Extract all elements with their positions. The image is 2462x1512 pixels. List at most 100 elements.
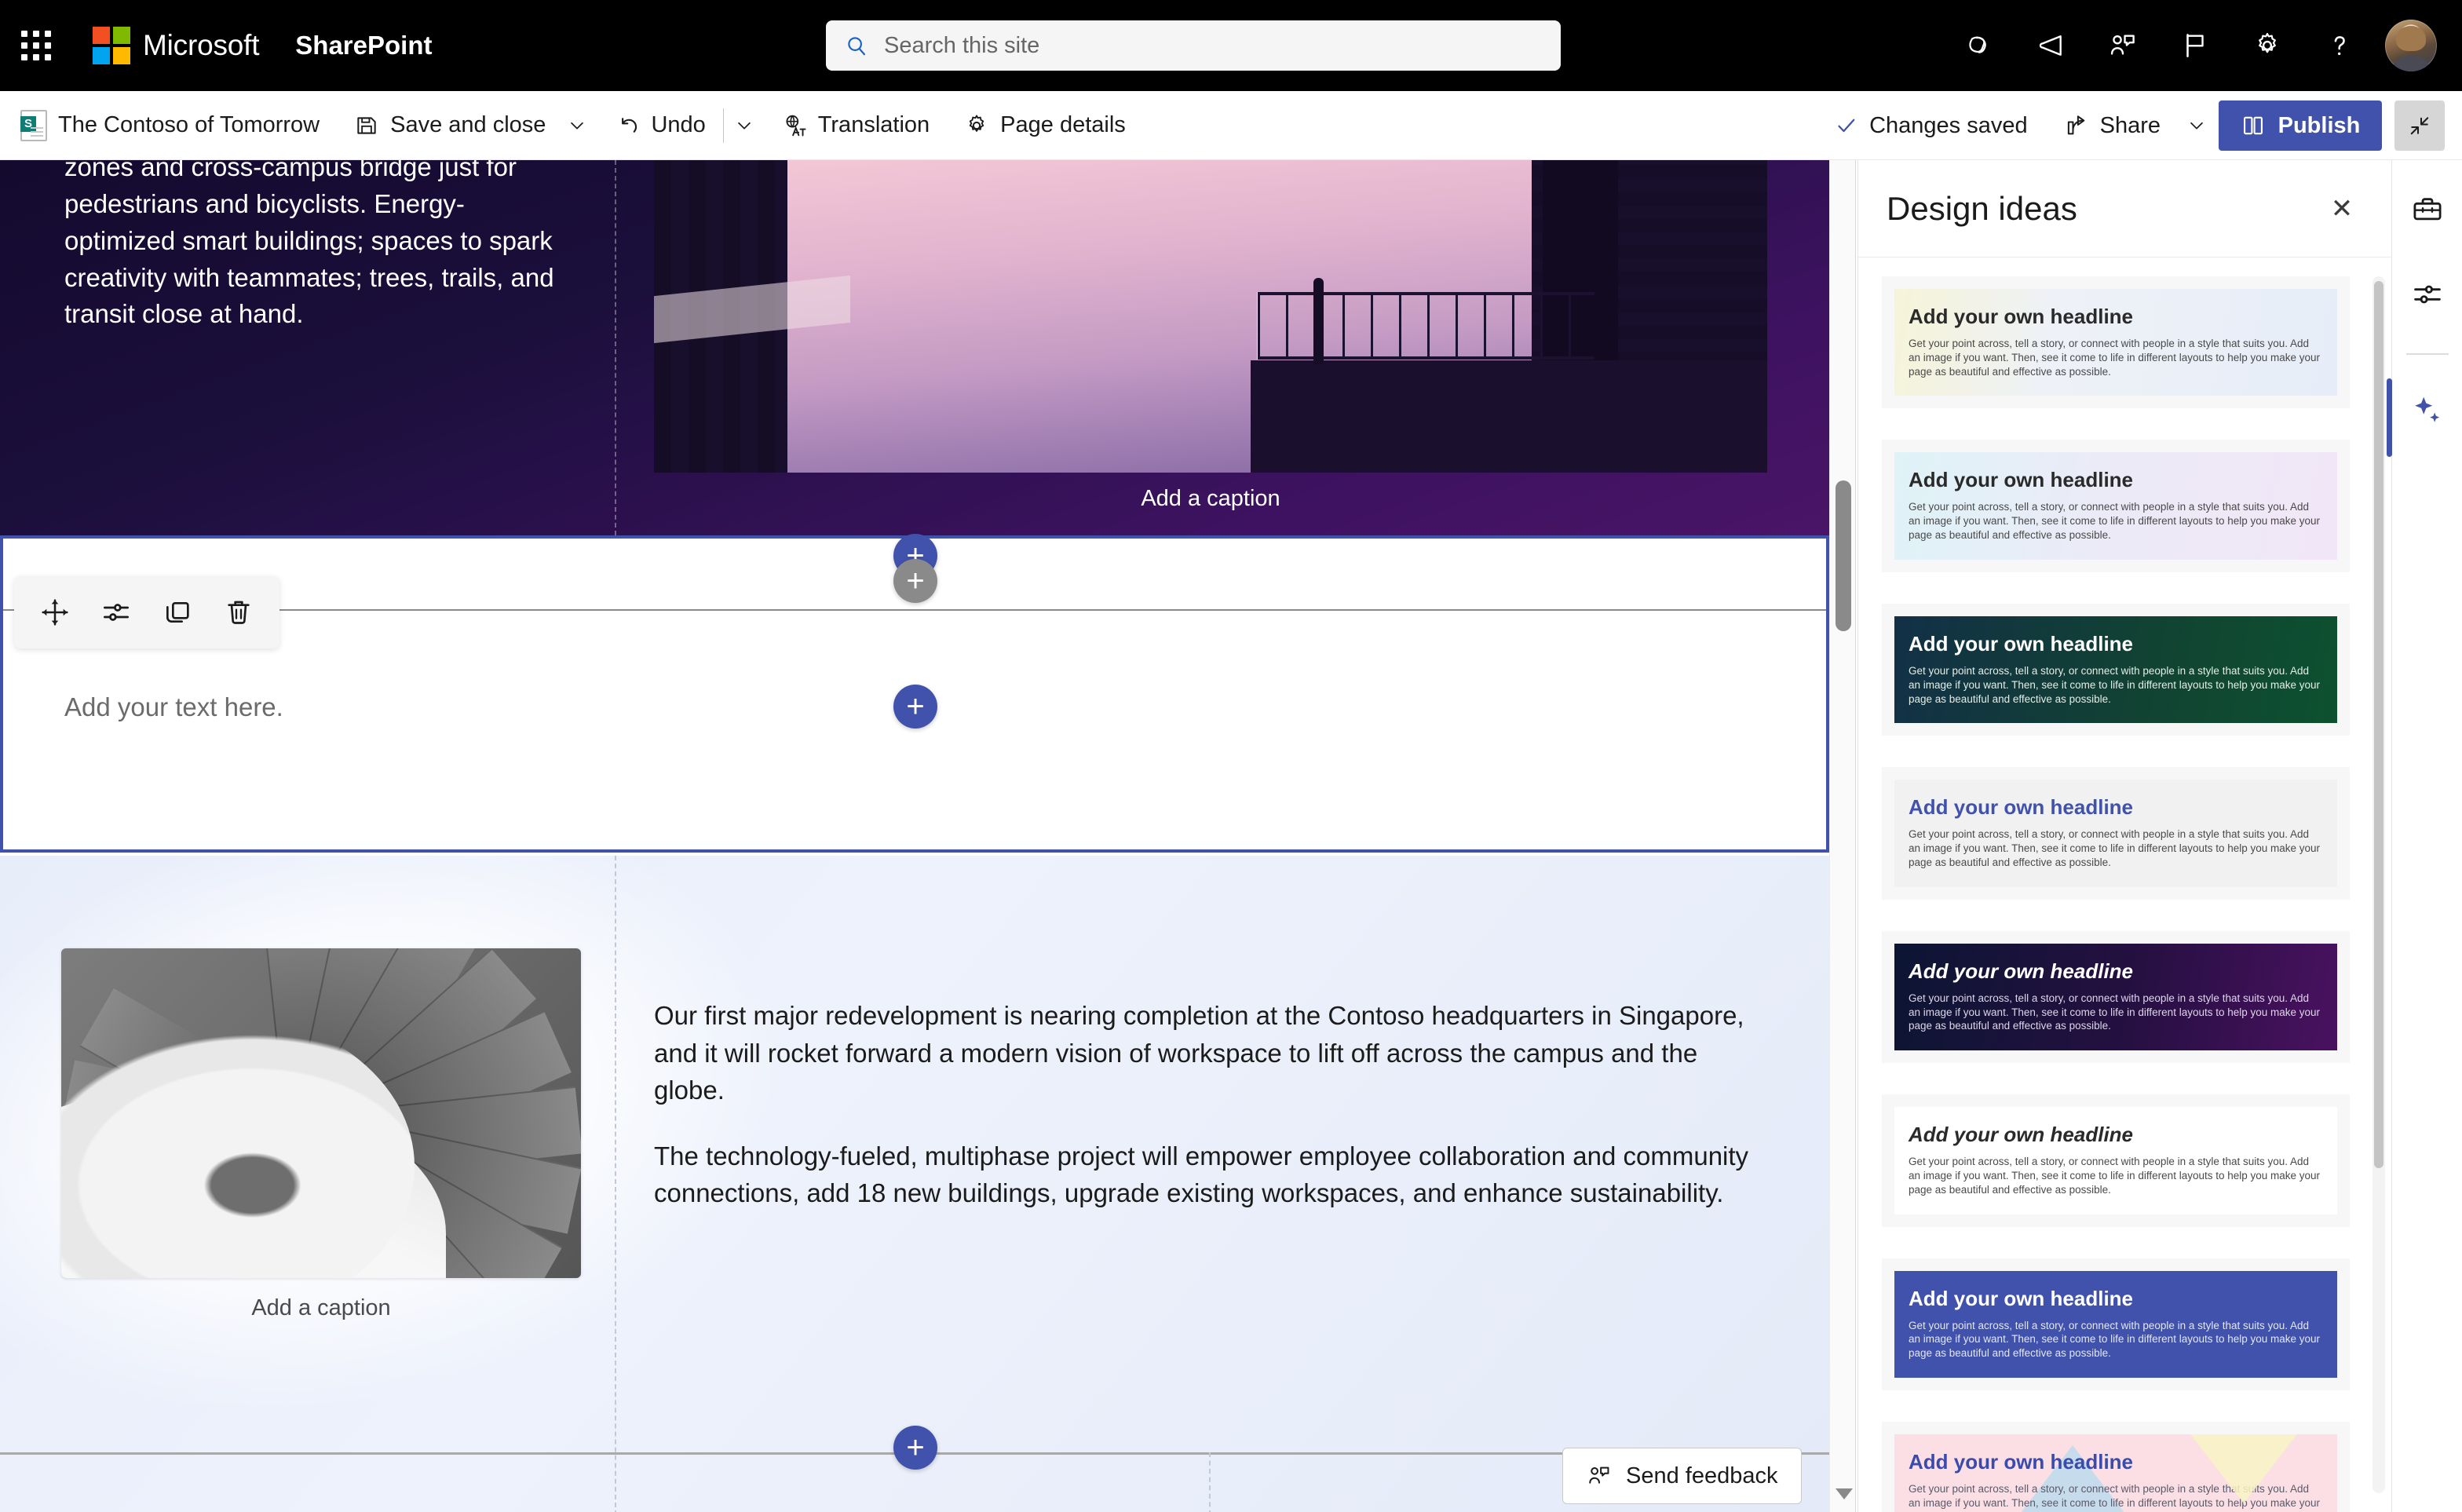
building-platform [1251, 360, 1767, 473]
publish-label: Publish [2278, 112, 2361, 138]
design-idea-preview: Add your own headline Get your point acro… [1894, 780, 2337, 887]
design-idea-card[interactable]: Add your own headline Get your point acro… [1882, 930, 2350, 1064]
collapse-diagonal-icon [2410, 117, 2429, 135]
move-handle-icon[interactable] [27, 584, 83, 641]
section-hero[interactable]: zones and cross-campus bridge just for p… [0, 160, 1829, 535]
copilot-button[interactable] [1942, 9, 2015, 82]
chevron-down-icon [737, 122, 751, 130]
hero-text[interactable]: zones and cross-campus bridge just for p… [64, 160, 559, 333]
page-properties-icon [2413, 285, 2441, 304]
design-ideas-button[interactable] [2386, 378, 2457, 457]
checkmark-icon [1838, 119, 1855, 133]
toolbox-icon [2413, 198, 2441, 221]
toolbox-button[interactable] [2398, 181, 2457, 239]
content-paragraph-1: Our first major redevelopment is nearing… [654, 1001, 1744, 1105]
design-idea-preview: Add your own headline Get your point acro… [1894, 1434, 2337, 1512]
design-idea-card[interactable]: Add your own headline Get your point acro… [1882, 440, 2350, 572]
microsoft-logo[interactable]: Microsoft [93, 27, 259, 64]
duplicate-icon[interactable] [149, 584, 206, 641]
save-and-close-label: Save and close [390, 112, 546, 137]
help-icon [2334, 36, 2345, 56]
design-idea-card[interactable]: Add your own headline Get your point acro… [1882, 603, 2350, 736]
design-ideas-title: Design ideas [1887, 189, 2077, 227]
section-column-divider [615, 856, 616, 1512]
hero-image-content [654, 160, 1767, 473]
design-idea-preview: Add your own headline Get your point acro… [1894, 943, 2337, 1051]
edit-properties-icon[interactable] [88, 584, 144, 641]
design-idea-headline: Add your own headline [1909, 1450, 2134, 1474]
design-ideas-list: Add your own headline Get your point acro… [1882, 276, 2350, 1512]
page-canvas[interactable]: zones and cross-campus bridge just for p… [0, 160, 1829, 1512]
design-idea-card[interactable]: Add your own headline Get your point acro… [1882, 1422, 2350, 1512]
changes-saved-label: Changes saved [1869, 112, 2028, 138]
brand-label: Microsoft [143, 29, 260, 61]
design-idea-card[interactable]: Add your own headline Get your point acro… [1882, 1258, 2350, 1391]
content-paragraph-2: The technology-fueled, multiphase projec… [654, 1141, 1749, 1208]
design-idea-card[interactable]: Add your own headline Get your point acro… [1882, 1094, 2350, 1227]
share-label: Share [2099, 112, 2161, 138]
translation-icon [786, 115, 806, 136]
translation-button[interactable]: Translation [768, 100, 944, 151]
scroll-down-arrow-icon[interactable] [1836, 1488, 1853, 1499]
publish-button[interactable]: Publish [2219, 100, 2382, 151]
share-options-caret[interactable] [2179, 100, 2214, 151]
design-ideas-scrollbar[interactable] [2373, 276, 2385, 1493]
canvas-scrollbar-thumb[interactable] [1836, 480, 1851, 631]
hero-image-caption[interactable]: Add a caption [654, 473, 1767, 524]
undo-button[interactable]: Undo [601, 100, 719, 151]
undo-options-caret[interactable] [727, 100, 762, 151]
close-icon[interactable]: ✕ [2319, 186, 2365, 232]
command-bar: The Contoso of Tomorrow Save and close U… [0, 91, 2462, 160]
spiral-staircase-image[interactable] [61, 948, 581, 1278]
search-input[interactable] [884, 32, 1542, 59]
design-idea-preview: Add your own headline Get your point acro… [1894, 452, 2337, 560]
add-section-button-middle[interactable]: + [893, 685, 937, 729]
chevron-down-icon [2190, 122, 2203, 130]
flagged-button[interactable] [2159, 9, 2231, 82]
page-title-button[interactable]: The Contoso of Tomorrow [6, 100, 334, 151]
help-button[interactable] [2303, 9, 2376, 82]
design-idea-body: Get your point across, tell a story, or … [1909, 828, 2321, 868]
canvas-scrollbar[interactable] [1829, 160, 1856, 1512]
whats-new-button[interactable] [2015, 9, 2087, 82]
design-idea-body: Get your point across, tell a story, or … [1909, 1319, 2321, 1360]
design-ideas-body[interactable]: Add your own headline Get your point acro… [1858, 257, 2391, 1512]
add-webpart-button[interactable]: + [893, 559, 937, 603]
add-section-button-bottom[interactable]: + [893, 1426, 937, 1470]
search-box[interactable] [826, 20, 1561, 71]
flag-icon [2186, 34, 2204, 57]
app-name-link[interactable]: SharePoint [295, 31, 432, 60]
save-and-close-button[interactable]: Save and close [340, 100, 560, 151]
worker-silhouette [1313, 278, 1324, 364]
design-idea-headline: Add your own headline [1909, 1123, 2134, 1147]
search-container [826, 20, 1561, 71]
sharepoint-page-icon [20, 109, 47, 141]
save-options-caret[interactable] [560, 100, 594, 151]
share-button[interactable]: Share [2050, 100, 2175, 151]
content-image-card[interactable]: Add a caption [61, 948, 581, 1321]
design-idea-body: Get your point across, tell a story, or … [1909, 992, 2321, 1032]
design-ideas-scrollbar-thumb[interactable] [2374, 281, 2383, 1168]
settings-button[interactable] [2231, 9, 2303, 82]
design-idea-card[interactable]: Add your own headline Get your point acro… [1882, 767, 2350, 900]
page-properties-button[interactable] [2398, 265, 2457, 323]
design-idea-card[interactable]: Add your own headline Get your point acro… [1882, 276, 2350, 409]
section-content[interactable]: Add a caption Our first major redevelopm… [0, 856, 1829, 1512]
app-launcher-button[interactable] [0, 0, 72, 91]
hero-image[interactable] [654, 160, 1767, 473]
search-icon [848, 37, 866, 56]
feedback-button[interactable] [2087, 9, 2159, 82]
avatar[interactable] [2385, 20, 2437, 71]
share-icon [2067, 115, 2084, 135]
save-icon [357, 116, 376, 134]
page-details-button[interactable]: Page details [950, 100, 1140, 151]
content-image-caption[interactable]: Add a caption [61, 1295, 581, 1321]
delete-icon[interactable] [210, 584, 267, 641]
content-body-text[interactable]: Our first major redevelopment is nearing… [654, 997, 1753, 1212]
design-ideas-sparkle-icon [2414, 396, 2439, 422]
send-feedback-button[interactable]: Send feedback [1562, 1448, 1803, 1504]
collapse-ribbon-button[interactable] [2394, 100, 2445, 151]
text-webpart-placeholder[interactable]: Add your text here. [64, 692, 283, 722]
design-idea-body: Get your point across, tell a story, or … [1909, 501, 2321, 542]
design-idea-preview: Add your own headline Get your point acro… [1894, 1107, 2337, 1214]
